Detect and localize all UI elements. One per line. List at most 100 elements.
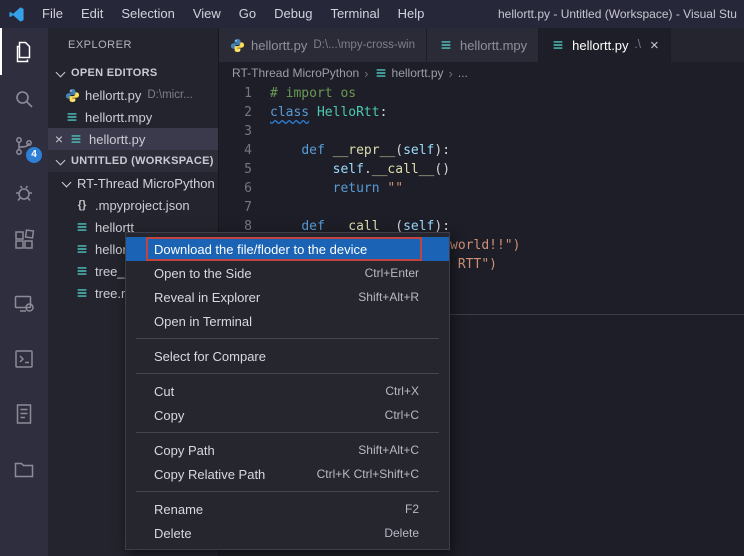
context-menu-item-download-the-file-floder-to-the-device[interactable]: Download the file/floder to the device: [126, 237, 449, 261]
mpy-file-icon: [438, 38, 454, 52]
menubar-item-file[interactable]: File: [33, 0, 72, 28]
menubar-item-debug[interactable]: Debug: [265, 0, 321, 28]
python-file-icon: [64, 88, 80, 103]
editor-tab-hellortt-py[interactable]: hellortt.py.\×: [539, 28, 671, 62]
breadcrumb-label: RT-Thread MicroPython: [232, 66, 359, 80]
close-icon[interactable]: ×: [52, 132, 66, 146]
line-number: 3: [218, 122, 262, 141]
window-title: hellortt.py - Untitled (Workspace) - Vis…: [498, 0, 737, 28]
open-editors-list: hellortt.pyD:\micr... hellortt.mpy ×hellor…: [48, 84, 218, 150]
context-menu-item-open-in-terminal[interactable]: Open in Terminal: [126, 309, 449, 333]
menu-item-shortcut: F2: [405, 502, 419, 516]
breadcrumb-item[interactable]: hellortt.py: [374, 66, 444, 80]
tab-label: hellortt.py: [251, 38, 307, 53]
menu-item-label: Delete: [154, 526, 192, 541]
debug-icon[interactable]: [0, 169, 48, 216]
breadcrumb-label: ...: [458, 66, 468, 80]
mpy-file-icon: [74, 242, 90, 256]
extensions-icon[interactable]: [0, 216, 48, 263]
editor-tabs-bar: hellortt.pyD:\...\mpy-cross-winhellortt.…: [218, 28, 744, 62]
mpy-file-icon: [74, 220, 90, 234]
search-icon[interactable]: [0, 75, 48, 122]
breadcrumb-item[interactable]: RT-Thread MicroPython: [232, 66, 359, 80]
editor-tab-hellortt-mpy[interactable]: hellortt.mpy: [427, 28, 539, 62]
mpy-file-icon: [74, 286, 90, 300]
breadcrumb-label: hellortt.py: [392, 66, 444, 80]
context-menu-item-cut[interactable]: CutCtrl+X: [126, 379, 449, 403]
chevron-down-icon: [56, 155, 66, 165]
context-menu-item-reveal-in-explorer[interactable]: Reveal in ExplorerShift+Alt+R: [126, 285, 449, 309]
menu-item-label: Open to the Side: [154, 266, 252, 281]
line-number: 2: [218, 103, 262, 122]
tab-detail: D:\...\mpy-cross-win: [313, 39, 415, 51]
open-editor-item[interactable]: hellortt.mpy: [48, 106, 218, 128]
code-line: 6 return "": [218, 179, 744, 198]
python-file-icon: [229, 38, 245, 53]
menu-item-label: Reveal in Explorer: [154, 290, 260, 305]
menu-item-shortcut: Ctrl+X: [385, 384, 419, 398]
vscode-logo-icon: [8, 6, 25, 23]
open-editors-header[interactable]: OPEN EDITORS: [48, 62, 218, 84]
sidebar-title: EXPLORER: [48, 28, 218, 62]
chevron-down-icon: [62, 177, 72, 187]
workspace-header[interactable]: UNTITLED (WORKSPACE): [48, 150, 218, 172]
menu-item-shortcut: Ctrl+C: [385, 408, 419, 422]
source-control-icon[interactable]: 4: [0, 122, 48, 169]
context-menu-item-open-to-the-side[interactable]: Open to the SideCtrl+Enter: [126, 261, 449, 285]
menu-item-label: Copy: [154, 408, 184, 423]
close-icon[interactable]: ×: [650, 37, 659, 54]
folder-row-rt-thread-micropython[interactable]: RT-Thread MicroPython: [48, 172, 218, 194]
menubar-item-help[interactable]: Help: [389, 0, 434, 28]
context-menu-item-rename[interactable]: RenameF2: [126, 497, 449, 521]
open-editor-name: hellortt.mpy: [85, 110, 152, 125]
chevron-down-icon: [56, 67, 66, 77]
line-number: 6: [218, 179, 262, 198]
file-row--mpyproject-json[interactable]: {}.mpyproject.json: [48, 194, 218, 216]
remote-device-icon[interactable]: [0, 276, 48, 331]
file-name: .mpyproject.json: [95, 198, 190, 213]
menu-separator: [136, 373, 439, 374]
menubar-item-edit[interactable]: Edit: [72, 0, 112, 28]
context-menu-item-select-for-compare[interactable]: Select for Compare: [126, 344, 449, 368]
terminal-panel-icon[interactable]: [0, 331, 48, 386]
context-menu-item-copy-path[interactable]: Copy Path Shift+Alt+C: [126, 438, 449, 462]
menubar: FileEditSelectionViewGoDebugTerminalHelp: [33, 0, 433, 28]
editor-tab-hellortt-py[interactable]: hellortt.py D:\...\mpy-cross-win: [218, 28, 427, 62]
menu-separator: [136, 491, 439, 492]
code-line: 4 def __repr__(self):: [218, 141, 744, 160]
open-editor-item[interactable]: ×hellortt.py: [48, 128, 218, 150]
line-number: 5: [218, 160, 262, 179]
context-menu-item-delete[interactable]: Delete Delete: [126, 521, 449, 545]
output-log-icon[interactable]: [0, 386, 48, 441]
code-line: 2class HelloRtt:: [218, 103, 744, 122]
breadcrumb: RT-Thread MicroPython›hellortt.py›...: [218, 62, 744, 84]
menubar-item-terminal[interactable]: Terminal: [321, 0, 388, 28]
code-line: 7: [218, 198, 744, 217]
mpy-file-icon: [550, 38, 566, 52]
menu-item-label: Copy Path: [154, 443, 215, 458]
menu-item-shortcut: Ctrl+K Ctrl+Shift+C: [317, 467, 419, 481]
menu-item-shortcut: Delete: [384, 526, 419, 540]
folder-panel-icon[interactable]: [0, 441, 48, 496]
open-editor-item[interactable]: hellortt.pyD:\micr...: [48, 84, 218, 106]
menu-item-label: Copy Relative Path: [154, 467, 265, 482]
mpy-file-icon: [74, 264, 90, 278]
code-line: 1# import os: [218, 84, 744, 103]
tab-label: hellortt.py: [572, 38, 628, 53]
context-menu-item-copy[interactable]: Copy Ctrl+C: [126, 403, 449, 427]
context-menu: Download the file/floder to the deviceOp…: [125, 232, 450, 550]
line-number: 7: [218, 198, 262, 217]
activity-bar: 4: [0, 28, 48, 556]
context-menu-item-copy-relative-path[interactable]: Copy Relative Path Ctrl+K Ctrl+Shift+C: [126, 462, 449, 486]
breadcrumb-item[interactable]: ...: [458, 66, 468, 80]
menubar-item-go[interactable]: Go: [230, 0, 265, 28]
explorer-icon[interactable]: [0, 28, 48, 75]
menu-item-shortcut: Shift+Alt+C: [358, 443, 419, 457]
line-number: 4: [218, 141, 262, 160]
mpy-file-icon: [374, 66, 388, 80]
menubar-item-selection[interactable]: Selection: [112, 0, 183, 28]
menubar-item-view[interactable]: View: [184, 0, 230, 28]
code-text: def __repr__(self):: [270, 141, 450, 160]
menu-separator: [136, 432, 439, 433]
code-line: 3: [218, 122, 744, 141]
